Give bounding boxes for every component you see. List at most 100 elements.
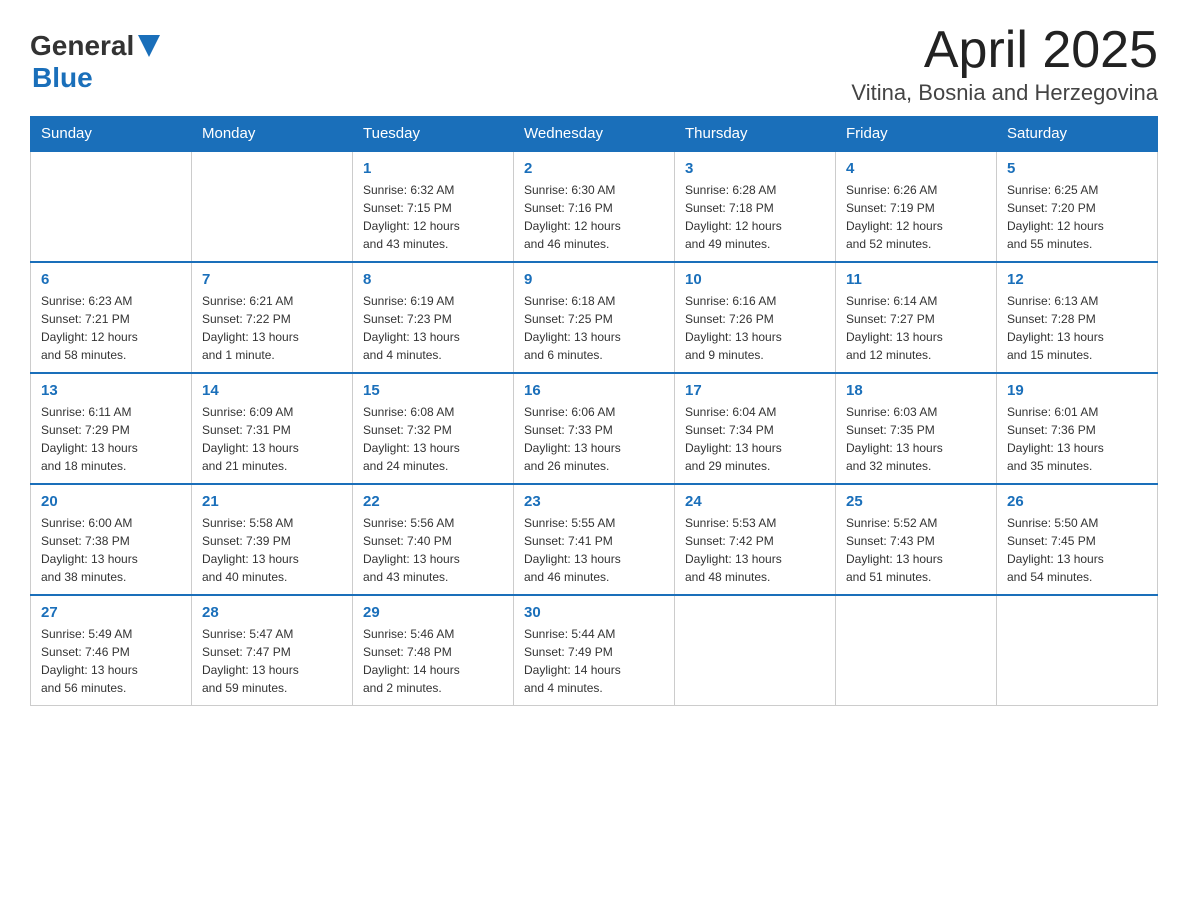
day-header-sunday: Sunday: [31, 117, 192, 152]
logo: General Blue: [30, 30, 160, 94]
day-number: 28: [202, 604, 342, 621]
calendar-cell: 30Sunrise: 5:44 AM Sunset: 7:49 PM Dayli…: [514, 595, 675, 706]
calendar-header: SundayMondayTuesdayWednesdayThursdayFrid…: [31, 117, 1158, 152]
day-info: Sunrise: 6:23 AM Sunset: 7:21 PM Dayligh…: [41, 292, 181, 364]
day-number: 21: [202, 493, 342, 510]
day-number: 26: [1007, 493, 1147, 510]
calendar-cell: 16 Sunrise: 6:06 AM Sunset: 7:33 PM Dayli…: [514, 373, 675, 484]
day-number: 6: [41, 271, 181, 288]
calendar-cell: [675, 595, 836, 706]
day-number: 14: [202, 382, 342, 399]
day-number: 16: [524, 382, 664, 399]
day-number: 29: [363, 604, 503, 621]
day-info: Sunrise: 6:28 AM Sunset: 7:18 PM Dayligh…: [685, 181, 825, 253]
day-number: 17: [685, 382, 825, 399]
calendar-table: SundayMondayTuesdayWednesdayThursdayFrid…: [30, 116, 1158, 706]
calendar-cell: 10 Sunrise: 6:16 AM Sunset: 7:26 PM Dayli…: [675, 262, 836, 373]
day-number: 23: [524, 493, 664, 510]
day-info: Sunrise: 5:56 AM Sunset: 7:40 PM Dayligh…: [363, 514, 503, 586]
day-header-thursday: Thursday: [675, 117, 836, 152]
calendar-cell: 7Sunrise: 6:21 AM Sunset: 7:22 PM Daylig…: [192, 262, 353, 373]
day-header-wednesday: Wednesday: [514, 117, 675, 152]
calendar-cell: 9Sunrise: 6:18 AM Sunset: 7:25 PM Daylig…: [514, 262, 675, 373]
calendar-cell: 13Sunrise: 6:11 AM Sunset: 7:29 PM Dayli…: [31, 373, 192, 484]
day-number: 3: [685, 160, 825, 177]
day-info: Sunrise: 5:50 AM Sunset: 7:45 PM Dayligh…: [1007, 514, 1147, 586]
day-info: Sunrise: 6:00 AM Sunset: 7:38 PM Dayligh…: [41, 514, 181, 586]
day-number: 11: [846, 271, 986, 288]
day-number: 13: [41, 382, 181, 399]
day-header-monday: Monday: [192, 117, 353, 152]
day-number: 20: [41, 493, 181, 510]
day-number: 30: [524, 604, 664, 621]
day-info: Sunrise: 6:14 AM Sunset: 7:27 PM Dayligh…: [846, 292, 986, 364]
day-number: 4: [846, 160, 986, 177]
calendar-cell: 4Sunrise: 6:26 AM Sunset: 7:19 PM Daylig…: [836, 151, 997, 262]
day-info: Sunrise: 6:13 AM Sunset: 7:28 PM Dayligh…: [1007, 292, 1147, 364]
day-number: 15: [363, 382, 503, 399]
calendar-cell: 3 Sunrise: 6:28 AM Sunset: 7:18 PM Daylig…: [675, 151, 836, 262]
day-info: Sunrise: 6:08 AM Sunset: 7:32 PM Dayligh…: [363, 403, 503, 475]
calendar-cell: 27 Sunrise: 5:49 AM Sunset: 7:46 PM Dayli…: [31, 595, 192, 706]
calendar-cell: 1Sunrise: 6:32 AM Sunset: 7:15 PM Daylig…: [353, 151, 514, 262]
day-number: 25: [846, 493, 986, 510]
day-number: 12: [1007, 271, 1147, 288]
day-number: 2: [524, 160, 664, 177]
page-title: April 2025: [851, 20, 1158, 80]
calendar-cell: 11 Sunrise: 6:14 AM Sunset: 7:27 PM Dayli…: [836, 262, 997, 373]
day-number: 7: [202, 271, 342, 288]
calendar-cell: 6 Sunrise: 6:23 AM Sunset: 7:21 PM Daylig…: [31, 262, 192, 373]
calendar-cell: 20 Sunrise: 6:00 AM Sunset: 7:38 PM Dayli…: [31, 484, 192, 595]
day-number: 10: [685, 271, 825, 288]
calendar-cell: 17 Sunrise: 6:04 AM Sunset: 7:34 PM Dayli…: [675, 373, 836, 484]
calendar-cell: 29Sunrise: 5:46 AM Sunset: 7:48 PM Dayli…: [353, 595, 514, 706]
page-subtitle: Vitina, Bosnia and Herzegovina: [851, 80, 1158, 106]
day-number: 18: [846, 382, 986, 399]
day-info: Sunrise: 6:01 AM Sunset: 7:36 PM Dayligh…: [1007, 403, 1147, 475]
page-header: General Blue April 2025 Vitina, Bosnia a…: [30, 20, 1158, 106]
day-info: Sunrise: 6:16 AM Sunset: 7:26 PM Dayligh…: [685, 292, 825, 364]
day-info: Sunrise: 6:04 AM Sunset: 7:34 PM Dayligh…: [685, 403, 825, 475]
day-number: 5: [1007, 160, 1147, 177]
day-header-saturday: Saturday: [997, 117, 1158, 152]
day-number: 8: [363, 271, 503, 288]
day-number: 22: [363, 493, 503, 510]
calendar-cell: 19 Sunrise: 6:01 AM Sunset: 7:36 PM Dayli…: [997, 373, 1158, 484]
logo-triangle-icon: [138, 35, 160, 57]
day-info: Sunrise: 6:09 AM Sunset: 7:31 PM Dayligh…: [202, 403, 342, 475]
calendar-cell: 12 Sunrise: 6:13 AM Sunset: 7:28 PM Dayli…: [997, 262, 1158, 373]
day-info: Sunrise: 6:19 AM Sunset: 7:23 PM Dayligh…: [363, 292, 503, 364]
calendar-cell: 24 Sunrise: 5:53 AM Sunset: 7:42 PM Dayli…: [675, 484, 836, 595]
day-info: Sunrise: 6:03 AM Sunset: 7:35 PM Dayligh…: [846, 403, 986, 475]
day-number: 27: [41, 604, 181, 621]
title-section: April 2025 Vitina, Bosnia and Herzegovin…: [851, 20, 1158, 106]
day-number: 24: [685, 493, 825, 510]
calendar-cell: 15 Sunrise: 6:08 AM Sunset: 7:32 PM Dayli…: [353, 373, 514, 484]
day-number: 9: [524, 271, 664, 288]
calendar-cell: [192, 151, 353, 262]
week-row-1: 6 Sunrise: 6:23 AM Sunset: 7:21 PM Daylig…: [31, 262, 1158, 373]
day-header-tuesday: Tuesday: [353, 117, 514, 152]
calendar-cell: 21 Sunrise: 5:58 AM Sunset: 7:39 PM Dayli…: [192, 484, 353, 595]
calendar-cell: 2Sunrise: 6:30 AM Sunset: 7:16 PM Daylig…: [514, 151, 675, 262]
calendar-body: 1Sunrise: 6:32 AM Sunset: 7:15 PM Daylig…: [31, 151, 1158, 706]
day-info: Sunrise: 6:06 AM Sunset: 7:33 PM Dayligh…: [524, 403, 664, 475]
calendar-cell: 18 Sunrise: 6:03 AM Sunset: 7:35 PM Dayli…: [836, 373, 997, 484]
calendar-cell: 25 Sunrise: 5:52 AM Sunset: 7:43 PM Dayli…: [836, 484, 997, 595]
calendar-cell: 5Sunrise: 6:25 AM Sunset: 7:20 PM Daylig…: [997, 151, 1158, 262]
day-number: 19: [1007, 382, 1147, 399]
day-info: Sunrise: 5:49 AM Sunset: 7:46 PM Dayligh…: [41, 625, 181, 697]
day-info: Sunrise: 5:53 AM Sunset: 7:42 PM Dayligh…: [685, 514, 825, 586]
calendar-cell: 26 Sunrise: 5:50 AM Sunset: 7:45 PM Dayli…: [997, 484, 1158, 595]
day-info: Sunrise: 5:58 AM Sunset: 7:39 PM Dayligh…: [202, 514, 342, 586]
day-info: Sunrise: 6:32 AM Sunset: 7:15 PM Dayligh…: [363, 181, 503, 253]
calendar-cell: [997, 595, 1158, 706]
day-header-friday: Friday: [836, 117, 997, 152]
week-row-4: 27 Sunrise: 5:49 AM Sunset: 7:46 PM Dayli…: [31, 595, 1158, 706]
calendar-cell: 23Sunrise: 5:55 AM Sunset: 7:41 PM Dayli…: [514, 484, 675, 595]
logo-general: General: [30, 30, 134, 62]
calendar-cell: 28Sunrise: 5:47 AM Sunset: 7:47 PM Dayli…: [192, 595, 353, 706]
calendar-cell: 14 Sunrise: 6:09 AM Sunset: 7:31 PM Dayli…: [192, 373, 353, 484]
day-info: Sunrise: 5:52 AM Sunset: 7:43 PM Dayligh…: [846, 514, 986, 586]
calendar-cell: 22 Sunrise: 5:56 AM Sunset: 7:40 PM Dayli…: [353, 484, 514, 595]
